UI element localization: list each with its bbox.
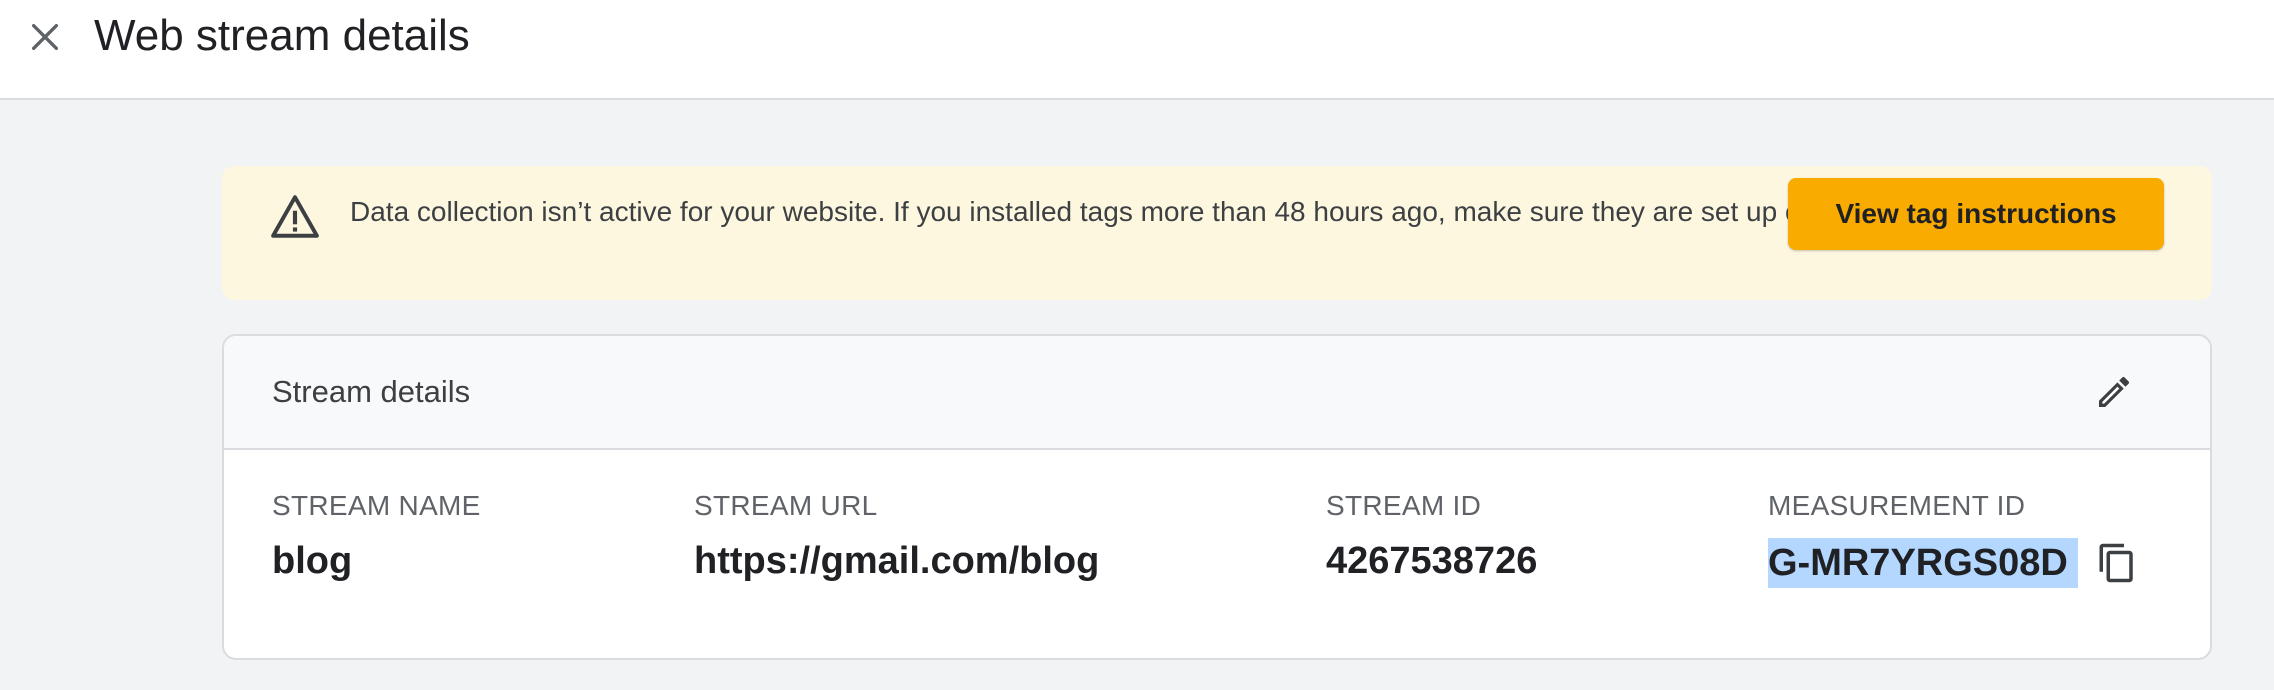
stream-url-label: STREAM URL [694, 490, 878, 521]
copy-button[interactable] [2090, 536, 2144, 590]
stream-name-label: STREAM NAME [272, 490, 481, 521]
top-bar: Web stream details [0, 0, 2274, 100]
stream-details-card: Stream details STREAM NAME blog STREAM U… [222, 334, 2212, 660]
stream-id-value: 4267538726 [1326, 540, 1538, 582]
card-header: Stream details [224, 336, 2210, 450]
stream-id-label: STREAM ID [1326, 490, 1482, 521]
close-icon [31, 23, 59, 51]
measurement-id-row: G-MR7YRGS08D [1768, 524, 2144, 590]
edit-button[interactable] [2084, 362, 2144, 422]
warning-icon [271, 195, 319, 238]
card-title: Stream details [272, 374, 471, 409]
banner-message: Data collection isn’t active for your we… [350, 196, 1897, 227]
stream-id-field: STREAM ID 4267538726 [1326, 488, 1537, 586]
close-button[interactable] [20, 12, 70, 62]
page-title: Web stream details [94, 11, 470, 60]
pencil-icon [2099, 376, 2130, 407]
stream-url-value: https://gmail.com/blog [694, 540, 1100, 582]
measurement-id-field: MEASUREMENT ID G-MR7YRGS08D [1768, 488, 2144, 590]
view-tag-instructions-button[interactable]: View tag instructions [1788, 178, 2164, 250]
stream-url-field: STREAM URL https://gmail.com/blog [694, 488, 1099, 586]
copy-icon [2099, 543, 2133, 583]
stream-name-field: STREAM NAME blog [272, 488, 481, 586]
warning-banner: Data collection isn’t active for your we… [222, 166, 2212, 300]
measurement-id-value[interactable]: G-MR7YRGS08D [1768, 538, 2078, 588]
measurement-id-label: MEASUREMENT ID [1768, 490, 2026, 521]
stream-name-value: blog [272, 540, 353, 582]
